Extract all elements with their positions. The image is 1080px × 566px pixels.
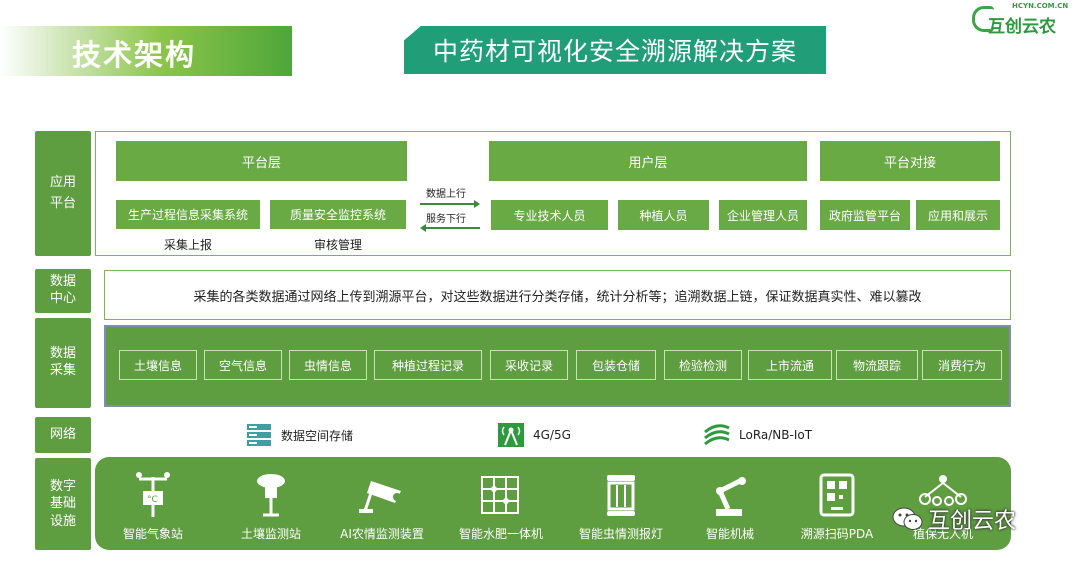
docking-box-government: 政府监管平台	[820, 200, 910, 230]
wechat-icon	[892, 507, 923, 530]
user-layer-header: 用户层	[489, 141, 807, 181]
data-center-description: 采集的各类数据通过网络上传到溯源平台，对这些数据进行分类存储，统计分析等；追溯数…	[104, 270, 1011, 320]
network-mobile-label: 4G/5G	[533, 428, 571, 442]
network-lora-label: LoRa/NB-IoT	[739, 428, 813, 442]
camera-icon	[359, 481, 401, 513]
watermark-text: 互创云农	[928, 509, 1017, 534]
infrastructure-panel: °C 智能气象站 土壤监测站 AI农情监测装置 智能水肥一体机 智能虫情测报灯 …	[95, 457, 1011, 550]
collect-report-label: 采集上报	[163, 238, 212, 252]
collection-item-consumer: 消费行为	[922, 350, 1002, 380]
irrigation-icon	[481, 476, 519, 514]
device-weather-station: °C 智能气象站	[93, 471, 213, 542]
brand-logo: HCYN.COM.CN 互创云农	[970, 2, 1070, 38]
main-title: 中药材可视化安全溯源解决方案	[404, 26, 826, 74]
collection-item-air: 空气信息	[204, 350, 282, 380]
device-label: 智能水肥一体机	[458, 527, 543, 541]
device-label: AI农情监测装置	[340, 527, 424, 541]
device-insect-lamp: 智能虫情测报灯	[561, 471, 681, 542]
audit-manage-label: 审核管理	[313, 238, 362, 252]
collection-item-packing: 包装仓储	[576, 350, 656, 380]
user-box-manager: 企业管理人员	[719, 200, 807, 230]
right-arrow-icon	[420, 200, 480, 208]
device-ai-camera: AI农情监测装置	[322, 471, 442, 542]
svg-text:°C: °C	[147, 495, 158, 505]
collection-item-planting: 种植过程记录	[374, 350, 482, 380]
production-system-box: 生产过程信息采集系统	[116, 200, 260, 229]
soil-monitor-icon	[257, 474, 285, 517]
weather-station-icon: °C	[136, 472, 170, 517]
qr-code-icon	[819, 473, 855, 517]
quality-system-box: 质量安全监控系统	[270, 200, 406, 229]
collection-item-logistics: 物流跟踪	[836, 350, 918, 380]
server-icon	[247, 424, 271, 446]
section-title-banner: 技术架构	[0, 26, 292, 76]
device-soil-monitor: 土壤监测站	[211, 471, 331, 542]
section-title: 技术架构	[72, 38, 197, 72]
collection-item-harvest: 采收记录	[490, 350, 568, 380]
network-storage: 数据空间存储	[245, 422, 353, 448]
left-arrow-icon	[420, 224, 480, 232]
service-down-label: 服务下行	[426, 214, 466, 225]
lora-wave-icon	[704, 424, 730, 446]
platform-layer-header: 平台层	[116, 141, 407, 181]
network-mobile: 4G/5G	[497, 422, 571, 448]
data-up-label: 数据上行	[426, 189, 466, 200]
docking-box-application: 应用和展示	[916, 200, 1000, 230]
collection-item-soil: 土壤信息	[119, 350, 197, 380]
device-irrigation: 智能水肥一体机	[441, 471, 561, 542]
wechat-watermark: 互创云农	[892, 503, 1016, 535]
network-lora: LoRa/NB-IoT	[703, 422, 812, 448]
device-machinery: 智能机械	[670, 471, 790, 542]
logo-name: 互创云农	[988, 17, 1056, 37]
device-label: 智能气象站	[122, 527, 183, 541]
layer-label-app: 应用 平台	[35, 131, 91, 256]
device-label: 智能机械	[705, 527, 754, 541]
collection-item-pest: 虫情信息	[289, 350, 367, 380]
robot-arm-icon	[716, 477, 746, 516]
logo-domain: HCYN.COM.CN	[1012, 2, 1069, 10]
platform-docking-header: 平台对接	[820, 141, 1000, 181]
collection-item-inspection: 检验检测	[664, 350, 742, 380]
user-box-grower: 种植人员	[618, 200, 709, 230]
network-storage-label: 数据空间存储	[281, 428, 354, 443]
user-box-tech: 专业技术人员	[491, 200, 608, 230]
insect-lamp-icon	[607, 475, 635, 516]
device-pda: 溯源扫码PDA	[777, 471, 897, 542]
layer-label-infrastructure: 数字 基础 设施	[35, 458, 91, 550]
signal-tower-icon	[498, 423, 524, 447]
layer-label-collection: 数据 采集	[35, 318, 91, 408]
data-collection-panel: 土壤信息 空气信息 虫情信息 种植过程记录 采收记录 包装仓储 检验检测 上市流…	[104, 325, 1011, 407]
device-label: 智能虫情测报灯	[578, 527, 663, 541]
layer-label-network: 网络	[35, 417, 91, 453]
collection-item-market: 上市流通	[748, 350, 832, 380]
device-label: 溯源扫码PDA	[800, 527, 874, 541]
layer-label-data-center: 数据 中心	[35, 269, 91, 313]
device-label: 土壤监测站	[240, 527, 301, 541]
